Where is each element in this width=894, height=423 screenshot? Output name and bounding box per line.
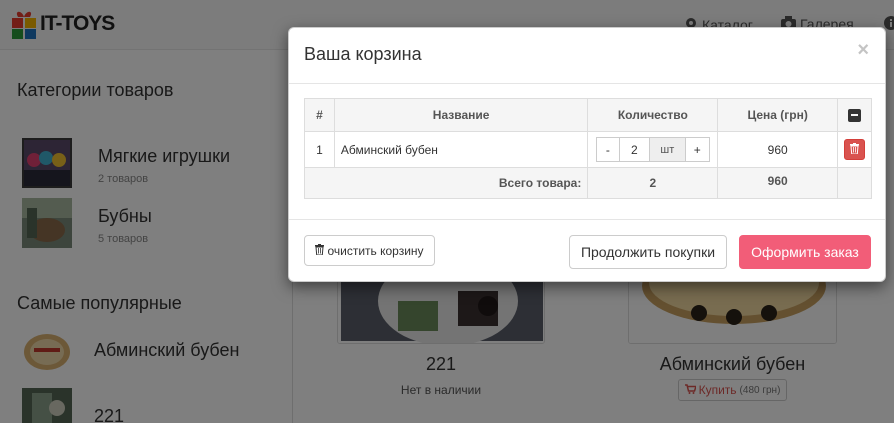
- total-empty-cell: [837, 167, 872, 199]
- trash-icon: [850, 142, 859, 157]
- trash-icon: [315, 243, 325, 258]
- header-num: #: [304, 98, 335, 132]
- modal-body: # Название Количество Цена (грн) 1 Абмин…: [289, 84, 885, 219]
- row-delete-cell: [837, 131, 872, 168]
- quantity-unit: шт: [649, 137, 686, 162]
- quantity-stepper: - шт +: [588, 137, 717, 162]
- total-price: 960: [717, 167, 839, 199]
- header-action[interactable]: [837, 98, 872, 132]
- total-label: Всего товара:: [303, 167, 589, 199]
- row-name: Абминский бубен: [333, 131, 589, 168]
- modal-title: Ваша корзина: [304, 44, 422, 64]
- minus-square-icon[interactable]: [848, 108, 861, 122]
- header-qty: Количество: [587, 98, 719, 132]
- total-qty: 2: [587, 167, 719, 199]
- table-total-row: Всего товара: 2 960: [303, 167, 872, 199]
- decrement-button[interactable]: -: [595, 137, 620, 162]
- row-qty-cell: - шт +: [587, 131, 719, 168]
- row-price: 960: [717, 131, 839, 168]
- checkout-button[interactable]: Оформить заказ: [739, 235, 871, 269]
- header-price: Цена (грн): [717, 98, 839, 132]
- clear-cart-label: очистить корзину: [327, 243, 424, 258]
- modal-header: Ваша корзина ×: [289, 28, 885, 84]
- table-header-row: # Название Количество Цена (грн): [304, 98, 872, 132]
- table-row: 1 Абминский бубен - шт + 960: [304, 131, 872, 168]
- close-icon[interactable]: ×: [857, 40, 869, 60]
- cart-table: # Название Количество Цена (грн) 1 Абмин…: [303, 98, 872, 199]
- header-name: Название: [333, 98, 589, 132]
- row-num: 1: [304, 131, 335, 168]
- continue-shopping-button[interactable]: Продолжить покупки: [569, 235, 727, 269]
- cart-modal: Ваша корзина × # Название Количество Цен…: [288, 27, 886, 282]
- quantity-input[interactable]: [619, 137, 650, 162]
- clear-cart-button[interactable]: очистить корзину: [304, 235, 435, 266]
- increment-button[interactable]: +: [685, 137, 710, 162]
- modal-footer: очистить корзину Продолжить покупки Офор…: [289, 219, 885, 282]
- delete-item-button[interactable]: [844, 139, 865, 160]
